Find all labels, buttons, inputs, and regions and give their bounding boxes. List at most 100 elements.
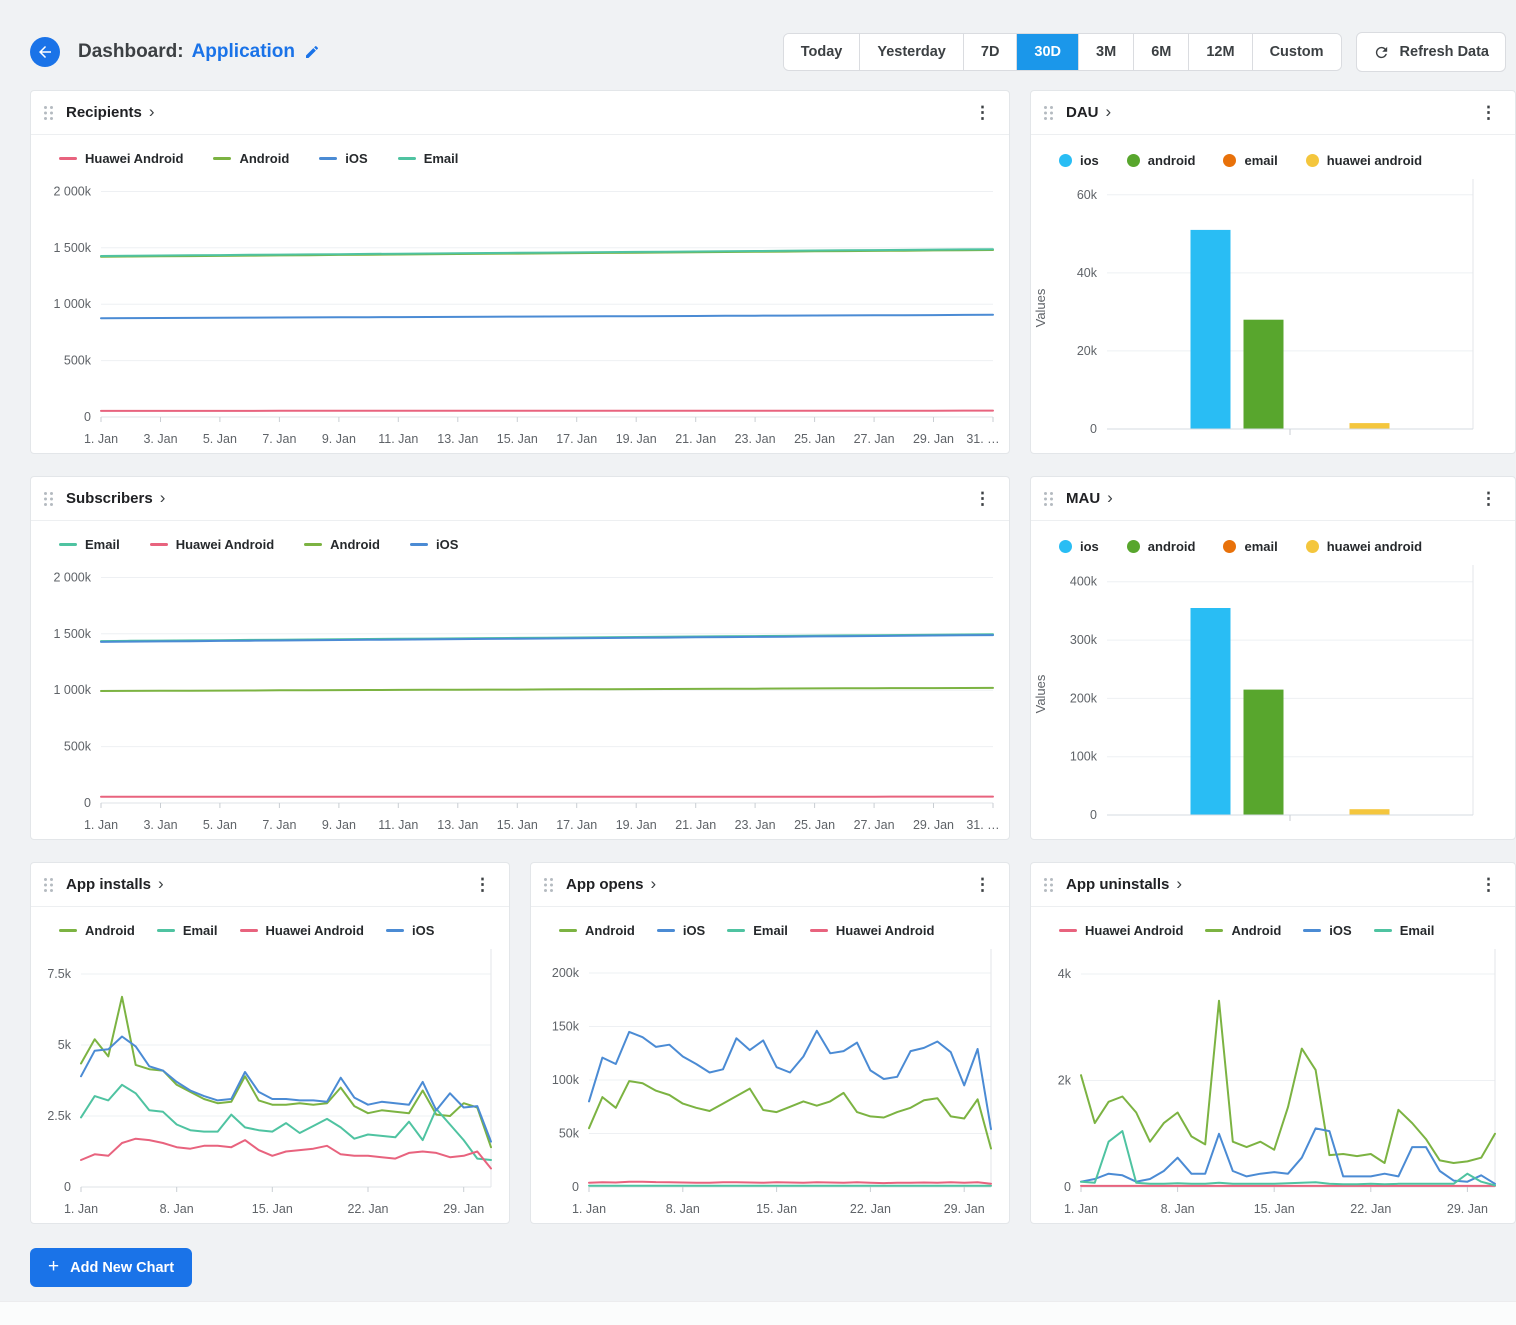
legend-item-email[interactable]: email: [1223, 539, 1277, 554]
range-button-today[interactable]: Today: [784, 34, 861, 70]
legend-item-android[interactable]: Android: [59, 923, 135, 938]
legend-label: Android: [85, 923, 135, 938]
edit-dashboard-button[interactable]: [304, 44, 320, 60]
drag-handle-icon[interactable]: [43, 105, 54, 121]
svg-text:60k: 60k: [1077, 188, 1098, 202]
chart-title-label: DAU: [1066, 104, 1099, 121]
range-button-3m[interactable]: 3M: [1079, 34, 1134, 70]
legend-label: email: [1244, 153, 1277, 168]
chevron-right-icon: ›: [149, 103, 155, 120]
svg-text:13. Jan: 13. Jan: [437, 818, 478, 832]
legend-item-huawei-android[interactable]: Huawei Android: [150, 537, 274, 552]
chart-title-recipients[interactable]: Recipients ›: [66, 104, 155, 121]
legend-item-ios[interactable]: iOS: [657, 923, 705, 938]
legend-swatch: [1127, 540, 1140, 553]
arrow-left-icon: [36, 43, 54, 61]
range-button-12m[interactable]: 12M: [1189, 34, 1252, 70]
chart-title-dau[interactable]: DAU ›: [1066, 104, 1111, 121]
legend-item-ios[interactable]: iOS: [1303, 923, 1351, 938]
chart-legend: Huawei Android Android iOS Email: [1031, 907, 1515, 943]
legend-item-android[interactable]: android: [1127, 539, 1196, 554]
drag-handle-icon[interactable]: [43, 877, 54, 893]
subscribers-line-chart[interactable]: 0500k1 000k1 500k2 000k1. Jan3. Jan5. Ja…: [31, 557, 1007, 837]
legend-item-email[interactable]: email: [1223, 153, 1277, 168]
chart-title-app-uninstalls[interactable]: App uninstalls ›: [1066, 876, 1182, 893]
legend-item-email[interactable]: Email: [727, 923, 788, 938]
legend-item-ios[interactable]: iOS: [386, 923, 434, 938]
drag-handle-icon[interactable]: [1043, 105, 1054, 121]
dashboard-name[interactable]: Application: [192, 41, 295, 63]
kebab-menu-icon[interactable]: ⋮: [970, 874, 995, 895]
svg-text:0: 0: [84, 410, 91, 424]
chart-title-app-installs[interactable]: App installs ›: [66, 876, 164, 893]
refresh-icon: [1373, 44, 1390, 61]
chart-title-label: Recipients: [66, 104, 142, 121]
legend-label: huawei android: [1327, 153, 1422, 168]
svg-text:20k: 20k: [1077, 344, 1098, 358]
refresh-data-button[interactable]: Refresh Data: [1356, 32, 1506, 72]
legend-swatch: [59, 157, 77, 160]
legend-item-huawei-android[interactable]: Huawei Android: [1059, 923, 1183, 938]
svg-text:200k: 200k: [1070, 691, 1098, 705]
kebab-menu-icon[interactable]: ⋮: [1476, 874, 1501, 895]
range-button-6m[interactable]: 6M: [1134, 34, 1189, 70]
kebab-menu-icon[interactable]: ⋮: [970, 102, 995, 123]
legend-label: Huawei Android: [85, 151, 183, 166]
app-opens-line-chart[interactable]: 050k100k150k200k1. Jan8. Jan15. Jan22. J…: [531, 943, 1007, 1221]
drag-handle-icon[interactable]: [543, 877, 554, 893]
legend-item-ios[interactable]: ios: [1059, 539, 1099, 554]
legend-item-huawei-android[interactable]: huawei android: [1306, 153, 1422, 168]
legend-label: ios: [1080, 153, 1099, 168]
legend-item-ios[interactable]: ios: [1059, 153, 1099, 168]
legend-item-android[interactable]: Android: [559, 923, 635, 938]
legend-item-email[interactable]: Email: [157, 923, 218, 938]
legend-item-android[interactable]: Android: [213, 151, 289, 166]
legend-item-huawei-android[interactable]: Huawei Android: [810, 923, 934, 938]
legend-item-huawei-android[interactable]: Huawei Android: [240, 923, 364, 938]
legend-label: iOS: [345, 151, 367, 166]
dau-bar-chart[interactable]: 020k40k60kValues: [1031, 173, 1513, 445]
range-button-yesterday[interactable]: Yesterday: [860, 34, 964, 70]
drag-handle-icon[interactable]: [1043, 491, 1054, 507]
legend-item-android[interactable]: Android: [304, 537, 380, 552]
legend-item-huawei-android[interactable]: huawei android: [1306, 539, 1422, 554]
kebab-menu-icon[interactable]: ⋮: [470, 874, 495, 895]
chart-title-subscribers[interactable]: Subscribers ›: [66, 490, 165, 507]
legend-item-huawei-android[interactable]: Huawei Android: [59, 151, 183, 166]
recipients-line-chart[interactable]: 0500k1 000k1 500k2 000k1. Jan3. Jan5. Ja…: [31, 171, 1007, 451]
legend-item-ios[interactable]: iOS: [319, 151, 367, 166]
svg-text:100k: 100k: [552, 1073, 580, 1087]
card-app-uninstalls: App uninstalls › ⋮ Huawei Android Android…: [1030, 862, 1516, 1224]
chart-title-mau[interactable]: MAU ›: [1066, 490, 1113, 507]
svg-text:1 500k: 1 500k: [53, 627, 91, 641]
refresh-label: Refresh Data: [1400, 44, 1489, 60]
chart-title-app-opens[interactable]: App opens ›: [566, 876, 656, 893]
chevron-right-icon: ›: [1107, 489, 1113, 506]
legend-item-android[interactable]: android: [1127, 153, 1196, 168]
app-uninstalls-line-chart[interactable]: 02k4k1. Jan8. Jan15. Jan22. Jan29. Jan: [1031, 943, 1511, 1221]
legend-item-email[interactable]: Email: [1374, 923, 1435, 938]
range-button-7d[interactable]: 7D: [964, 34, 1018, 70]
legend-item-email[interactable]: Email: [59, 537, 120, 552]
range-button-custom[interactable]: Custom: [1253, 34, 1341, 70]
svg-text:40k: 40k: [1077, 266, 1098, 280]
legend-swatch: [240, 929, 258, 932]
legend-swatch: [1059, 929, 1077, 932]
legend-item-email[interactable]: Email: [398, 151, 459, 166]
app-installs-line-chart[interactable]: 02.5k5k7.5k1. Jan8. Jan15. Jan22. Jan29.…: [31, 943, 507, 1221]
topbar: Dashboard: Application Today Yesterday 7…: [30, 30, 1516, 74]
kebab-menu-icon[interactable]: ⋮: [1476, 102, 1501, 123]
back-button[interactable]: [30, 37, 60, 67]
legend-item-ios[interactable]: iOS: [410, 537, 458, 552]
drag-handle-icon[interactable]: [43, 491, 54, 507]
add-new-chart-button[interactable]: + Add New Chart: [30, 1248, 192, 1287]
legend-label: Email: [424, 151, 459, 166]
svg-text:0: 0: [1090, 808, 1097, 822]
mau-bar-chart[interactable]: 0100k200k300k400kValues: [1031, 559, 1513, 831]
kebab-menu-icon[interactable]: ⋮: [970, 488, 995, 509]
legend-item-android[interactable]: Android: [1205, 923, 1281, 938]
range-button-30d[interactable]: 30D: [1017, 34, 1079, 70]
drag-handle-icon[interactable]: [1043, 877, 1054, 893]
kebab-menu-icon[interactable]: ⋮: [1476, 488, 1501, 509]
card-header: MAU › ⋮: [1031, 477, 1515, 521]
